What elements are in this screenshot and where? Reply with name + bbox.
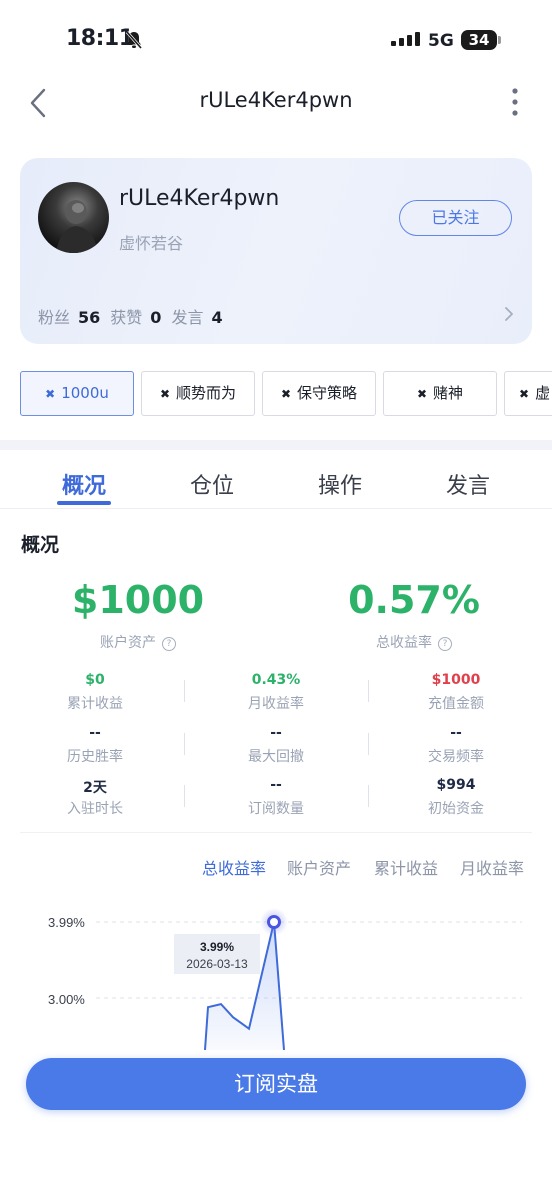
section-divider-line: [20, 832, 532, 833]
chip-label: 虚: [535, 384, 551, 402]
metric-label: 历史胜率: [67, 749, 123, 765]
metric-separator: [184, 733, 185, 755]
tab-posts[interactable]: 发言: [423, 468, 513, 500]
metric-label: 交易频率: [428, 749, 484, 765]
metric-label: 最大回撤: [248, 749, 304, 765]
metric-value: $994: [436, 777, 476, 793]
metric-value: --: [270, 725, 282, 741]
avatar[interactable]: [38, 182, 109, 253]
signal-icon: [391, 32, 420, 46]
chip-strategy-4[interactable]: ✖ 赌神: [383, 371, 497, 416]
chip-label: 顺势而为: [176, 384, 237, 402]
chart-tab-total-return[interactable]: 总收益率: [202, 855, 266, 879]
metric-label: 初始资金: [428, 801, 484, 817]
chip-strategy-5[interactable]: ✖ 虚: [504, 371, 552, 416]
tooltip-date: 2026-03-13: [186, 957, 248, 971]
total-return-value: 0.57%: [348, 578, 480, 622]
close-x-icon: ✖: [45, 387, 56, 401]
tabs-divider: [0, 508, 552, 509]
bell-muted-icon: [125, 31, 143, 49]
likes-count: 0: [150, 308, 162, 327]
active-tab-indicator: [57, 501, 111, 505]
chart-tab-assets[interactable]: 账户资产: [287, 855, 351, 879]
subscribe-button[interactable]: 订阅实盘: [26, 1058, 526, 1110]
more-options-icon[interactable]: [505, 86, 525, 120]
fans-count: 56: [78, 308, 101, 327]
close-x-icon: ✖: [280, 387, 292, 401]
close-x-icon: ✖: [159, 387, 171, 401]
posts-label: 发言: [171, 308, 204, 327]
fans-label: 粉丝: [38, 308, 71, 327]
metric-label: 月收益率: [248, 696, 304, 712]
y-tick-label: 3.99%: [48, 915, 85, 930]
chip-strategy-1[interactable]: ✖ 1000u: [20, 371, 134, 416]
page-title: rULe4Ker4pwn: [199, 88, 353, 112]
active-data-point[interactable]: [267, 915, 281, 929]
tooltip-value: 3.99%: [200, 940, 234, 954]
tab-operations[interactable]: 操作: [295, 468, 385, 500]
metric-value: --: [450, 725, 462, 741]
metric-value: 0.43%: [251, 672, 301, 688]
battery-icon: 34: [461, 30, 497, 50]
series-layer: [204, 908, 288, 1050]
tab-positions[interactable]: 仓位: [167, 468, 257, 500]
avatar-image: [56, 200, 98, 253]
nickname: 虚怀若谷: [119, 234, 184, 253]
chip-label: 1000u: [61, 384, 109, 402]
account-assets-label-text: 账户资产: [100, 635, 156, 651]
metric-separator: [368, 680, 369, 702]
chip-label: 保守策略: [297, 384, 358, 402]
total-return-label-text: 总收益率: [376, 635, 432, 651]
metric-value: --: [89, 725, 101, 741]
metric-separator: [368, 785, 369, 807]
chip-strategy-3[interactable]: ✖ 保守策略: [262, 371, 376, 416]
username: rULe4Ker4pwn: [119, 186, 280, 211]
metric-label: 订阅数量: [248, 801, 304, 817]
metric-label: 累计收益: [67, 696, 123, 712]
section-title: 概况: [21, 534, 60, 556]
posts-count: 4: [211, 308, 223, 327]
metric-separator: [184, 785, 185, 807]
chart-tab-monthly[interactable]: 月收益率: [460, 855, 524, 879]
tab-overview[interactable]: 概况: [39, 468, 129, 500]
battery-tip: [498, 36, 501, 44]
metric-separator: [184, 680, 185, 702]
metric-value: --: [270, 777, 282, 793]
chip-strategy-2[interactable]: ✖ 顺势而为: [141, 371, 255, 416]
account-assets-value: $1000: [71, 578, 205, 622]
return-chart[interactable]: 3.99% 3.00% 3.99% 2026-03-13: [0, 890, 552, 1050]
close-x-icon: ✖: [519, 387, 530, 401]
help-icon[interactable]: ?: [438, 637, 452, 651]
network-type: 5G: [428, 31, 454, 51]
chart-tab-cumulative[interactable]: 累计收益: [374, 855, 438, 879]
metric-value: $0: [85, 672, 105, 688]
chevron-right-icon[interactable]: [503, 305, 515, 323]
account-assets-label: 账户资产?: [18, 632, 258, 652]
metric-value: $1000: [431, 672, 481, 688]
close-x-icon: ✖: [416, 387, 428, 401]
metric-label: 充值金额: [428, 696, 484, 712]
following-button[interactable]: 已关注: [399, 200, 512, 236]
metric-separator: [368, 733, 369, 755]
help-icon[interactable]: ?: [162, 637, 176, 651]
metric-label: 入驻时长: [67, 801, 123, 817]
section-divider: [0, 440, 552, 450]
metric-value: 2天: [83, 780, 107, 796]
y-tick-label: 3.00%: [48, 992, 85, 1007]
total-return-label: 总收益率?: [294, 632, 534, 652]
profile-stats[interactable]: 粉丝 56 获赞 0 发言 4: [38, 304, 233, 328]
likes-label: 获赞: [110, 308, 143, 327]
chip-label: 赌神: [433, 384, 464, 402]
